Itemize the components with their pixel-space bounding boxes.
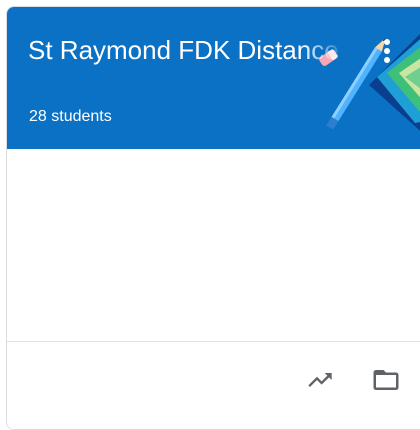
class-card-footer: [7, 341, 420, 429]
class-card-body: [7, 149, 420, 341]
pencil-books-illustration: [319, 34, 420, 131]
open-gradebook-button[interactable]: [300, 360, 340, 400]
trending-up-icon: [308, 373, 332, 387]
more-options-button[interactable]: [373, 33, 401, 73]
student-count: 28 students: [29, 108, 112, 125]
class-card-header[interactable]: St Raymond FDK Distance 28 students: [7, 7, 420, 149]
class-title[interactable]: St Raymond FDK Distance: [28, 33, 346, 67]
class-card[interactable]: St Raymond FDK Distance 28 students: [6, 6, 420, 430]
open-folder-button[interactable]: [366, 360, 406, 400]
folder-icon: [373, 370, 399, 390]
more-vert-icon: [384, 39, 390, 63]
